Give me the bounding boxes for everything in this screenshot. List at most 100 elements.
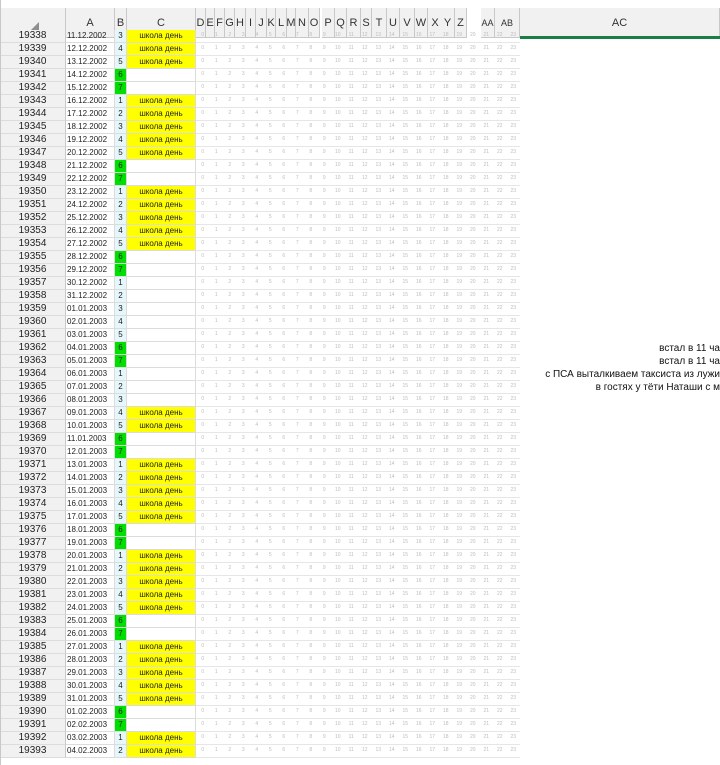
date-cell[interactable]: 21.12.2002 [66, 160, 115, 173]
weekday-cell[interactable]: 7 [115, 264, 127, 277]
row-number[interactable]: 19380 [0, 576, 66, 589]
row-number[interactable]: 19367 [0, 407, 66, 420]
date-cell[interactable]: 21.01.2003 [66, 563, 115, 576]
school-cell[interactable] [127, 446, 196, 459]
school-cell[interactable]: школа день [127, 576, 196, 589]
school-cell[interactable]: школа день [127, 225, 196, 238]
weekday-cell[interactable]: 1 [115, 641, 127, 654]
date-cell[interactable]: 05.01.2003 [66, 355, 115, 368]
row-number[interactable]: 19344 [0, 108, 66, 121]
weekday-cell[interactable]: 3 [115, 212, 127, 225]
row-number[interactable]: 19381 [0, 589, 66, 602]
weekday-cell[interactable]: 4 [115, 43, 127, 56]
weekday-cell[interactable]: 1 [115, 732, 127, 745]
date-cell[interactable]: 15.01.2003 [66, 485, 115, 498]
row-number[interactable]: 19382 [0, 602, 66, 615]
school-cell[interactable]: школа день [127, 589, 196, 602]
date-cell[interactable]: 26.12.2002 [66, 225, 115, 238]
date-cell[interactable]: 20.01.2003 [66, 550, 115, 563]
weekday-cell[interactable]: 7 [115, 719, 127, 732]
row-number[interactable]: 19340 [0, 56, 66, 69]
row-number[interactable]: 19358 [0, 290, 66, 303]
hour-cells[interactable]: 0 1 2 3 4 5 6 7 8 9 10 11 12 13 14 15 16 17 18 19 20 21 22 23 [196, 199, 520, 212]
date-cell[interactable]: 27.12.2002 [66, 238, 115, 251]
weekday-cell[interactable]: 5 [115, 147, 127, 160]
row-number[interactable]: 19357 [0, 277, 66, 290]
row-number[interactable]: 19360 [0, 316, 66, 329]
weekday-cell[interactable]: 5 [115, 511, 127, 524]
hour-cells[interactable]: 0 1 2 3 4 5 6 7 8 9 10 11 12 13 14 15 16 17 18 19 20 21 22 23 [196, 407, 520, 420]
school-cell[interactable]: школа день [127, 407, 196, 420]
row-number[interactable]: 19342 [0, 82, 66, 95]
hour-cells[interactable]: 0 1 2 3 4 5 6 7 8 9 10 11 12 13 14 15 16 17 18 19 20 21 22 23 [196, 602, 520, 615]
row-number[interactable]: 19353 [0, 225, 66, 238]
school-cell[interactable] [127, 82, 196, 95]
row-number[interactable]: 19339 [0, 43, 66, 56]
row-number[interactable]: 19383 [0, 615, 66, 628]
date-cell[interactable]: 02.02.2003 [66, 719, 115, 732]
date-cell[interactable]: 07.01.2003 [66, 381, 115, 394]
row-number[interactable]: 19370 [0, 446, 66, 459]
weekday-cell[interactable]: 3 [115, 30, 127, 43]
school-cell[interactable]: школа день [127, 654, 196, 667]
weekday-cell[interactable]: 5 [115, 693, 127, 706]
weekday-cell[interactable]: 2 [115, 472, 127, 485]
hour-cells[interactable]: 0 1 2 3 4 5 6 7 8 9 10 11 12 13 14 15 16 17 18 19 20 21 22 23 [196, 693, 520, 706]
weekday-cell[interactable]: 6 [115, 706, 127, 719]
date-cell[interactable]: 18.01.2003 [66, 524, 115, 537]
row-number[interactable]: 19362 [0, 342, 66, 355]
hour-cells[interactable]: 0 1 2 3 4 5 6 7 8 9 10 11 12 13 14 15 16 17 18 19 20 21 22 23 [196, 615, 520, 628]
school-cell[interactable] [127, 251, 196, 264]
row-number[interactable]: 19345 [0, 121, 66, 134]
date-cell[interactable]: 19.12.2002 [66, 134, 115, 147]
weekday-cell[interactable]: 6 [115, 160, 127, 173]
hour-cells[interactable]: 0 1 2 3 4 5 6 7 8 9 10 11 12 13 14 15 16 17 18 19 20 21 22 23 [196, 628, 520, 641]
row-number[interactable]: 19390 [0, 706, 66, 719]
school-cell[interactable]: школа день [127, 563, 196, 576]
date-cell[interactable]: 11.01.2003 [66, 433, 115, 446]
weekday-cell[interactable]: 1 [115, 186, 127, 199]
hour-cells[interactable]: 0 1 2 3 4 5 6 7 8 9 10 11 12 13 14 15 16 17 18 19 20 21 22 23 [196, 186, 520, 199]
date-cell[interactable]: 09.01.2003 [66, 407, 115, 420]
school-cell[interactable] [127, 290, 196, 303]
hour-cells[interactable]: 0 1 2 3 4 5 6 7 8 9 10 11 12 13 14 15 16 17 18 19 20 21 22 23 [196, 576, 520, 589]
weekday-cell[interactable]: 6 [115, 615, 127, 628]
date-cell[interactable]: 28.12.2002 [66, 251, 115, 264]
date-cell[interactable]: 23.01.2003 [66, 589, 115, 602]
date-cell[interactable]: 03.02.2003 [66, 732, 115, 745]
hour-cells[interactable]: 0 1 2 3 4 5 6 7 8 9 10 11 12 13 14 15 16 17 18 19 20 21 22 23 [196, 459, 520, 472]
row-number[interactable]: 19385 [0, 641, 66, 654]
hour-cells[interactable]: 0 1 2 3 4 5 6 7 8 9 10 11 12 13 14 15 16 17 18 19 20 21 22 23 [196, 550, 520, 563]
date-cell[interactable]: 24.12.2002 [66, 199, 115, 212]
school-cell[interactable]: школа день [127, 732, 196, 745]
row-number[interactable]: 19356 [0, 264, 66, 277]
date-cell[interactable]: 25.01.2003 [66, 615, 115, 628]
hour-cells[interactable]: 0 1 2 3 4 5 6 7 8 9 10 11 12 13 14 15 16 17 18 19 20 21 22 23 [196, 524, 520, 537]
school-cell[interactable]: школа день [127, 108, 196, 121]
weekday-cell[interactable]: 1 [115, 95, 127, 108]
date-cell[interactable]: 26.01.2003 [66, 628, 115, 641]
row-number[interactable]: 19378 [0, 550, 66, 563]
weekday-cell[interactable]: 2 [115, 290, 127, 303]
weekday-cell[interactable]: 4 [115, 407, 127, 420]
date-cell[interactable]: 14.01.2003 [66, 472, 115, 485]
school-cell[interactable]: школа день [127, 238, 196, 251]
row-number[interactable]: 19384 [0, 628, 66, 641]
school-cell[interactable]: школа день [127, 199, 196, 212]
school-cell[interactable]: школа день [127, 212, 196, 225]
hour-cells[interactable]: 0 1 2 3 4 5 6 7 8 9 10 11 12 13 14 15 16 17 18 19 20 21 22 23 [196, 121, 520, 134]
school-cell[interactable]: школа день [127, 680, 196, 693]
hour-cells[interactable]: 0 1 2 3 4 5 6 7 8 9 10 11 12 13 14 15 16 17 18 19 20 21 22 23 [196, 69, 520, 82]
hour-cells[interactable]: 0 1 2 3 4 5 6 7 8 9 10 11 12 13 14 15 16 17 18 19 20 21 22 23 [196, 251, 520, 264]
date-cell[interactable]: 19.01.2003 [66, 537, 115, 550]
date-cell[interactable]: 04.02.2003 [66, 745, 115, 758]
row-number[interactable]: 19391 [0, 719, 66, 732]
row-number[interactable]: 19388 [0, 680, 66, 693]
school-cell[interactable]: школа день [127, 459, 196, 472]
date-cell[interactable]: 25.12.2002 [66, 212, 115, 225]
hour-cells[interactable]: 0 1 2 3 4 5 6 7 8 9 10 11 12 13 14 15 16 17 18 19 20 21 22 23 [196, 56, 520, 69]
date-cell[interactable]: 04.01.2003 [66, 342, 115, 355]
weekday-cell[interactable]: 2 [115, 745, 127, 758]
weekday-cell[interactable]: 4 [115, 316, 127, 329]
weekday-cell[interactable]: 7 [115, 628, 127, 641]
